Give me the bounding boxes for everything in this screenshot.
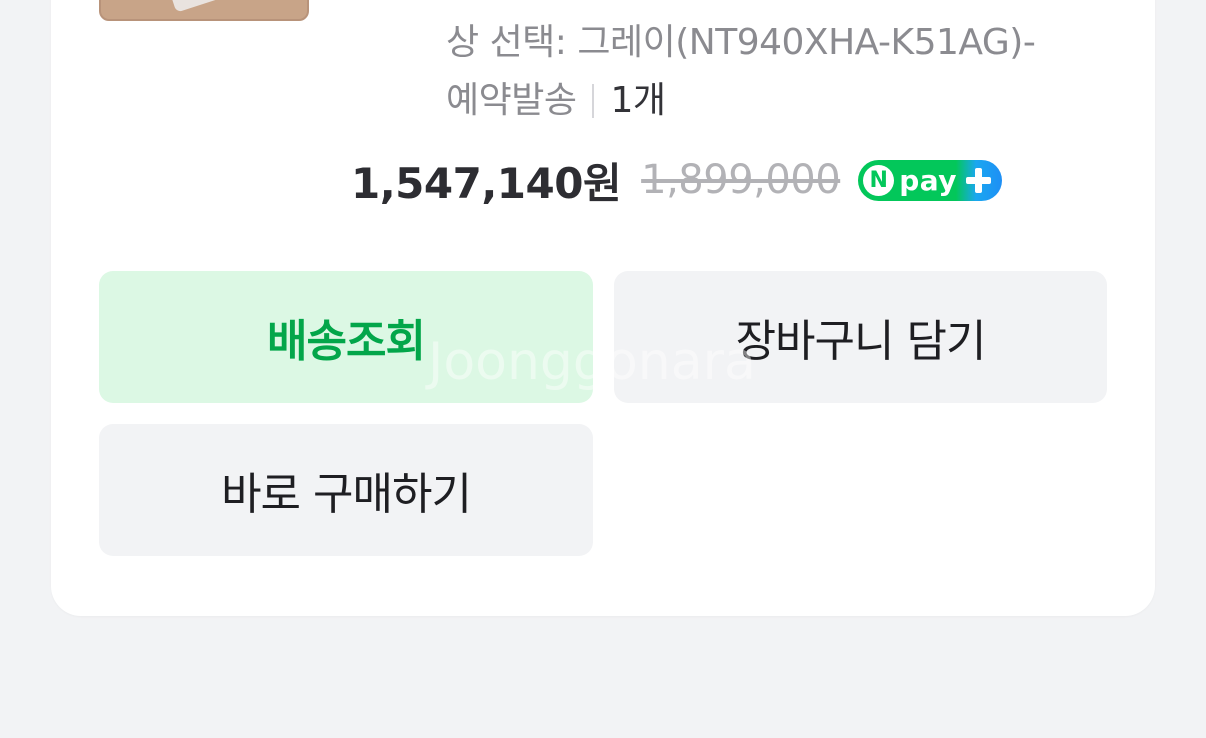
- option-shipping-note: 예약발송: [446, 80, 577, 121]
- add-to-cart-button[interactable]: 장바구니 담기: [614, 271, 1107, 403]
- option-quantity: 1개: [610, 80, 666, 121]
- option-divider: [592, 84, 595, 118]
- track-delivery-label: 배송조회: [267, 316, 426, 367]
- npay-plus-badge: N pay: [858, 159, 1003, 201]
- npay-n-icon: N: [863, 164, 895, 196]
- add-to-cart-label: 장바구니 담기: [735, 316, 987, 367]
- sale-price: 1,547,140원: [351, 158, 622, 208]
- product-option: 상 선택: 그레이(NT940XHA-K51AG)- 예약발송 1개: [446, 14, 1146, 130]
- thumbnail-highlight: [168, 0, 234, 13]
- track-delivery-button[interactable]: 배송조회: [99, 271, 593, 403]
- price-row: 1,547,140원 1,899,000 N pay: [351, 150, 1003, 210]
- plus-icon: [966, 167, 992, 193]
- product-thumbnail[interactable]: [99, 0, 309, 21]
- option-line-1: 상 선택: 그레이(NT940XHA-K51AG)-: [446, 22, 1036, 63]
- npay-label: pay: [899, 163, 958, 197]
- option-line-2: 예약발송 1개: [446, 72, 1146, 130]
- buy-now-button[interactable]: 바로 구매하기: [99, 424, 593, 556]
- buy-now-label: 바로 구매하기: [221, 469, 472, 520]
- original-price: 1,899,000: [641, 157, 841, 203]
